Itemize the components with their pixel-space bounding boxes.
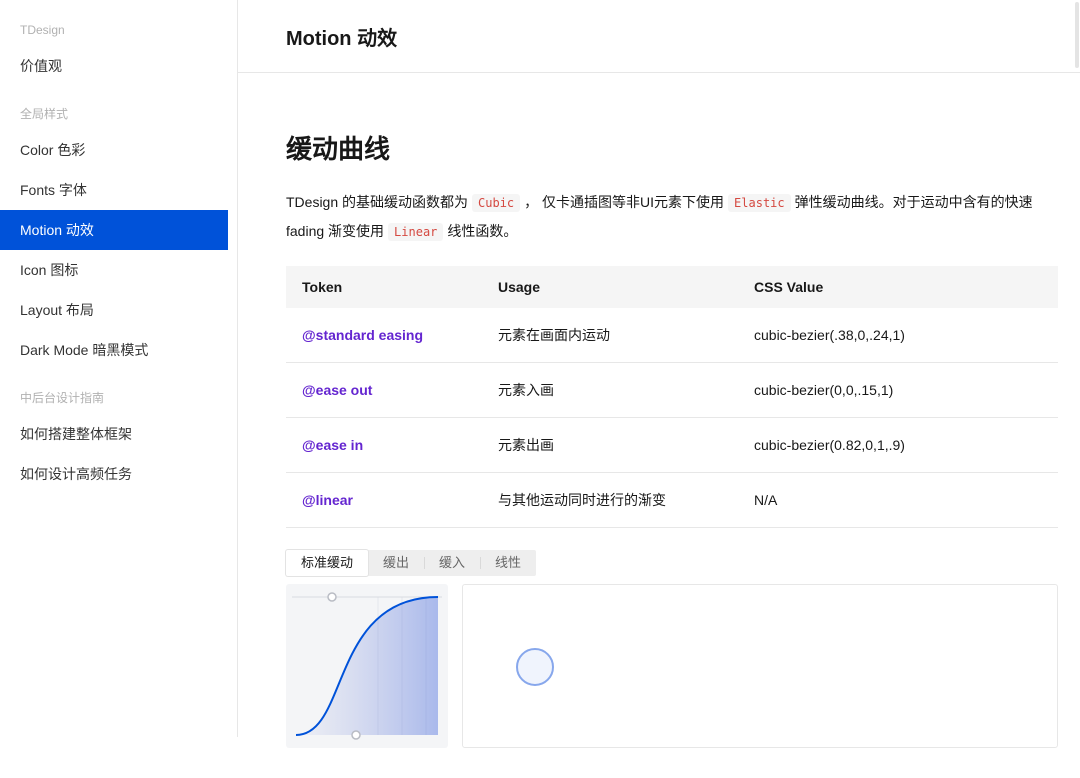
- tab-standard-easing[interactable]: 标准缓动: [286, 550, 368, 576]
- sidebar-group-label-guide: 中后台设计指南: [0, 382, 237, 414]
- table-header-row: Token Usage CSS Value: [286, 266, 1058, 308]
- animation-ball: [516, 648, 554, 686]
- token-link-standard-easing[interactable]: @standard easing: [286, 308, 482, 363]
- sidebar-item-fonts[interactable]: Fonts 字体: [0, 170, 237, 210]
- easing-demo-tabs: 标准缓动 缓出 缓入 线性: [286, 550, 536, 576]
- table-row: @ease out 元素入画 cubic-bezier(0,0,.15,1): [286, 363, 1058, 418]
- table-row: @ease in 元素出画 cubic-bezier(0.82,0,1,.9): [286, 418, 1058, 473]
- page-header: Motion 动效: [238, 0, 1080, 73]
- table-header-token: Token: [286, 266, 482, 308]
- table-row: @linear 与其他运动同时进行的渐变 N/A: [286, 473, 1058, 528]
- tab-linear[interactable]: 线性: [480, 550, 536, 576]
- sidebar-item-dark-mode[interactable]: Dark Mode 暗黑模式: [0, 330, 237, 370]
- table-header-usage: Usage: [482, 266, 738, 308]
- token-link-ease-in[interactable]: @ease in: [286, 418, 482, 473]
- sidebar-item-icon[interactable]: Icon 图标: [0, 250, 237, 290]
- inline-code-elastic: Elastic: [728, 194, 791, 212]
- usage-cell: 元素入画: [482, 363, 738, 418]
- sidebar-item-values[interactable]: 价值观: [0, 46, 237, 86]
- sidebar: TDesign 价值观 全局样式 Color 色彩 Fonts 字体 Motio…: [0, 0, 238, 737]
- sidebar-item-motion[interactable]: Motion 动效: [0, 210, 228, 250]
- control-handle-top[interactable]: [328, 593, 336, 601]
- css-value-cell: N/A: [738, 473, 1058, 528]
- curve-area-fill: [296, 597, 438, 735]
- easing-demo: [286, 584, 1058, 748]
- token-link-linear[interactable]: @linear: [286, 473, 482, 528]
- table-header-css-value: CSS Value: [738, 266, 1058, 308]
- sidebar-group-label-global-styles: 全局样式: [0, 98, 237, 130]
- css-value-cell: cubic-bezier(0.82,0,1,.9): [738, 418, 1058, 473]
- css-value-cell: cubic-bezier(.38,0,.24,1): [738, 308, 1058, 363]
- animation-stage: [462, 584, 1058, 748]
- bezier-curve-svg: [286, 584, 448, 748]
- sidebar-item-layout[interactable]: Layout 布局: [0, 290, 237, 330]
- intro-text-1: TDesign 的基础缓动函数都为: [286, 194, 468, 210]
- easing-table: Token Usage CSS Value @standard easing 元…: [286, 266, 1058, 528]
- bezier-curve-panel: [286, 584, 448, 748]
- intro-text-4: 线性函数。: [447, 223, 517, 239]
- sidebar-item-tasks[interactable]: 如何设计高频任务: [0, 454, 237, 494]
- tab-ease-in[interactable]: 缓入: [424, 550, 480, 576]
- inline-code-cubic: Cubic: [472, 194, 520, 212]
- usage-cell: 元素在画面内运动: [482, 308, 738, 363]
- intro-paragraph: TDesign 的基础缓动函数都为Cubic， 仅卡通插图等非UI元素下使用El…: [286, 188, 1058, 246]
- table-row: @standard easing 元素在画面内运动 cubic-bezier(.…: [286, 308, 1058, 363]
- tab-ease-out[interactable]: 缓出: [368, 550, 424, 576]
- main-content: Motion 动效 缓动曲线 TDesign 的基础缓动函数都为Cubic， 仅…: [238, 0, 1080, 778]
- control-handle-bottom[interactable]: [352, 731, 360, 739]
- inline-code-linear: Linear: [388, 223, 443, 241]
- token-link-ease-out[interactable]: @ease out: [286, 363, 482, 418]
- usage-cell: 元素出画: [482, 418, 738, 473]
- usage-cell: 与其他运动同时进行的渐变: [482, 473, 738, 528]
- scrollbar-thumb[interactable]: [1075, 2, 1079, 68]
- sidebar-item-color[interactable]: Color 色彩: [0, 130, 237, 170]
- content-area: 缓动曲线 TDesign 的基础缓动函数都为Cubic， 仅卡通插图等非UI元素…: [238, 129, 1080, 778]
- intro-text-2: ， 仅卡通插图等非UI元素下使用: [524, 194, 724, 210]
- page-title: Motion 动效: [286, 22, 397, 51]
- brand-label: TDesign: [0, 14, 237, 46]
- css-value-cell: cubic-bezier(0,0,.15,1): [738, 363, 1058, 418]
- sidebar-item-framework[interactable]: 如何搭建整体框架: [0, 414, 237, 454]
- section-title: 缓动曲线: [286, 129, 1058, 166]
